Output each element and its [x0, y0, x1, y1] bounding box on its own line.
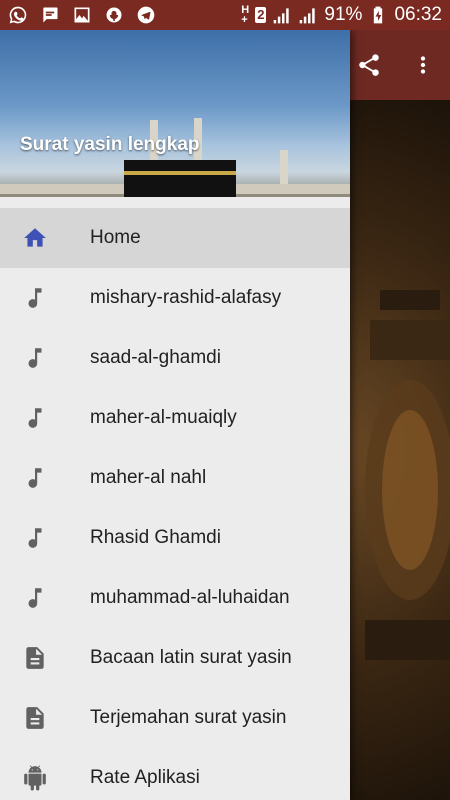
clock: 06:32: [394, 4, 442, 25]
navigation-drawer: Surat yasin lengkap Home mishary-rashid-…: [0, 30, 350, 800]
music-note-icon: [22, 585, 48, 611]
drawer-header: Surat yasin lengkap: [0, 30, 350, 197]
menu-item-label: Bacaan latin surat yasin: [90, 647, 292, 668]
network-type-plus: +: [241, 14, 248, 26]
menu-item-label: maher-al nahl: [90, 467, 207, 488]
more-vert-icon[interactable]: [406, 48, 440, 82]
message-icon: [40, 5, 60, 25]
menu-item-label: Rhasid Ghamdi: [90, 527, 221, 548]
home-icon: [22, 225, 48, 251]
menu-item-label: saad-al-ghamdi: [90, 347, 221, 368]
document-icon: [22, 705, 48, 731]
music-note-icon: [22, 405, 48, 431]
lantern-image: [365, 290, 450, 660]
gallery-icon: [72, 5, 92, 25]
menu-item-bacaan-latin[interactable]: Bacaan latin surat yasin: [0, 628, 350, 688]
music-note-icon: [22, 285, 48, 311]
status-bar: H + 2 91% 06:32: [0, 0, 450, 30]
share-icon[interactable]: [352, 48, 386, 82]
menu-item-maher-al-muaiqly[interactable]: maher-al-muaiqly: [0, 388, 350, 448]
kaaba-graphic: [124, 160, 236, 197]
telegram-icon: [136, 5, 156, 25]
signal-icon-2: [298, 5, 318, 25]
menu-item-label: Home: [90, 227, 141, 248]
music-note-icon: [22, 465, 48, 491]
menu-item-terjemahan[interactable]: Terjemahan surat yasin: [0, 688, 350, 748]
kaaba-band-graphic: [124, 171, 236, 175]
menu-item-rhasid-ghamdi[interactable]: Rhasid Ghamdi: [0, 508, 350, 568]
menu-item-label: mishary-rashid-alafasy: [90, 287, 282, 308]
android-icon: [22, 765, 48, 791]
menu-item-label: muhammad-al-luhaidan: [90, 587, 290, 608]
menu-item-label: Terjemahan surat yasin: [90, 707, 287, 728]
menu-item-rate-aplikasi[interactable]: Rate Aplikasi: [0, 748, 350, 800]
whatsapp-icon: [8, 5, 28, 25]
battery-percent: 91%: [324, 4, 363, 25]
menu-item-label: maher-al-muaiqly: [90, 407, 237, 428]
document-icon: [22, 645, 48, 671]
voice-icon: [104, 5, 124, 25]
music-note-icon: [22, 525, 48, 551]
menu-item-muhammad-al-luhaidan[interactable]: muhammad-al-luhaidan: [0, 568, 350, 628]
menu-item-home[interactable]: Home: [0, 208, 350, 268]
menu-item-saad-al-ghamdi[interactable]: saad-al-ghamdi: [0, 328, 350, 388]
status-notification-icons: [8, 5, 156, 25]
sim-badge: 2: [255, 7, 267, 23]
menu-item-maher-al-nahl[interactable]: maher-al nahl: [0, 448, 350, 508]
menu-item-label: Rate Aplikasi: [90, 767, 200, 788]
menu-item-mishary-rashid-alafasy[interactable]: mishary-rashid-alafasy: [0, 268, 350, 328]
drawer-title: Surat yasin lengkap: [20, 134, 200, 155]
signal-icon: [272, 5, 292, 25]
network-type-indicator: H +: [241, 5, 249, 26]
status-system-indicators: H + 2 91% 06:32: [241, 4, 442, 26]
music-note-icon: [22, 345, 48, 371]
drawer-menu: Home mishary-rashid-alafasy saad-al-gham…: [0, 208, 350, 800]
battery-charging-icon: [368, 5, 388, 25]
